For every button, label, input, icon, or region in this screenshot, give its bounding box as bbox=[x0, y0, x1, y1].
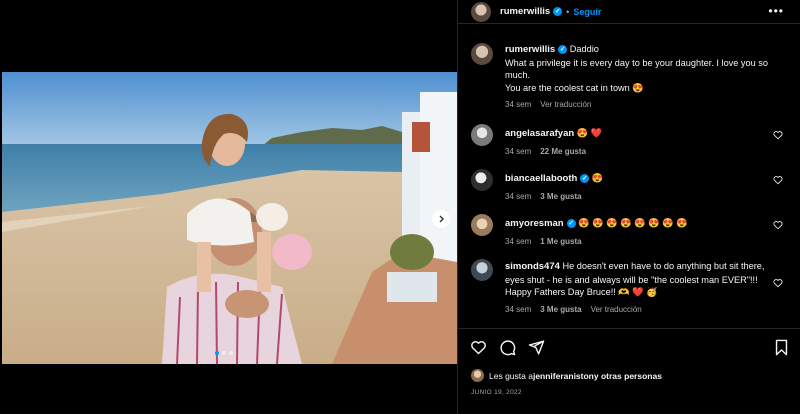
liker-username[interactable]: jenniferaniston bbox=[533, 371, 594, 381]
comment-thread[interactable]: rumerwillis ✓ Daddio What a privilege it … bbox=[458, 36, 800, 326]
post-side-panel: rumerwillis ✓ • Seguir ••• rumerwillis ✓ … bbox=[457, 0, 800, 414]
comment-likes[interactable]: 3 Me gusta bbox=[540, 305, 581, 314]
share-icon[interactable] bbox=[528, 339, 545, 356]
comment-time: 34 sem bbox=[505, 146, 532, 156]
comment-time: 34 sem bbox=[505, 304, 532, 314]
comment-text: 😍 😍 😍 😍 😍 😍 😍 😍 bbox=[578, 218, 688, 228]
follow-separator: • bbox=[566, 6, 570, 17]
beach-photo-illustration bbox=[2, 72, 457, 364]
caption: rumerwillis ✓ Daddio What a privilege it … bbox=[471, 43, 791, 109]
heart-outline-icon[interactable] bbox=[773, 130, 783, 140]
verified-badge-icon: ✓ bbox=[553, 7, 563, 16]
comment-time: 34 sem bbox=[505, 191, 532, 201]
comment-item: angelasarafyan 😍 ❤️ 34 sem 22 Me gusta bbox=[471, 124, 791, 156]
likes-suffix[interactable]: y otras personas bbox=[594, 371, 662, 381]
carousel-dot-active bbox=[215, 351, 219, 355]
verified-badge-icon: ✓ bbox=[558, 45, 568, 55]
comment-likes[interactable]: 1 Me gusta bbox=[540, 237, 581, 246]
commenter-avatar[interactable] bbox=[471, 169, 493, 191]
verified-badge-icon: ✓ bbox=[580, 174, 590, 184]
heart-icon[interactable] bbox=[470, 339, 487, 356]
post-photo[interactable] bbox=[2, 72, 457, 364]
comment-likes[interactable]: 3 Me gusta bbox=[540, 192, 581, 201]
caption-title: Daddio bbox=[569, 44, 599, 54]
comment-item: biancaellabooth ✓ 😍 34 sem 3 Me gusta bbox=[471, 169, 791, 201]
commenter-avatar[interactable] bbox=[471, 124, 493, 146]
carousel-dots bbox=[215, 351, 233, 355]
comment-item: simonds474 He doesn't even have to do an… bbox=[471, 259, 791, 314]
likes-prefix: Les gusta a bbox=[489, 370, 533, 381]
follow-button[interactable]: Seguir bbox=[573, 7, 601, 17]
see-translation-link[interactable]: Ver traducción bbox=[591, 305, 642, 314]
heart-outline-icon[interactable] bbox=[773, 175, 783, 185]
caption-avatar[interactable] bbox=[471, 43, 493, 65]
media-pane bbox=[0, 0, 457, 414]
comment-time: 34 sem bbox=[505, 236, 532, 246]
comment-icon[interactable] bbox=[499, 339, 516, 356]
likes-summary[interactable]: Les gusta a jenniferaniston y otras pers… bbox=[471, 369, 662, 382]
chevron-right-icon bbox=[439, 215, 444, 223]
bookmark-icon[interactable] bbox=[774, 339, 789, 356]
commenter-avatar[interactable] bbox=[471, 214, 493, 236]
author-avatar[interactable] bbox=[471, 1, 491, 22]
caption-text: What a privilege it is every day to be y… bbox=[505, 57, 769, 81]
carousel-dot bbox=[222, 351, 226, 355]
commenter-avatar[interactable] bbox=[471, 259, 493, 281]
caption-username[interactable]: rumerwillis bbox=[505, 44, 555, 55]
commenter-username[interactable]: simonds474 bbox=[505, 261, 560, 272]
heart-outline-icon[interactable] bbox=[773, 278, 783, 288]
commenter-username[interactable]: biancaellabooth bbox=[505, 173, 577, 184]
post-date[interactable]: JUNIO 19, 2022 bbox=[471, 389, 522, 396]
comment-text: 😍 ❤️ bbox=[576, 128, 603, 138]
carousel-next-button[interactable] bbox=[432, 210, 450, 228]
action-icon-row bbox=[470, 339, 545, 356]
commenter-username[interactable]: amyoresman bbox=[505, 218, 564, 229]
heart-outline-icon[interactable] bbox=[773, 220, 783, 230]
author-username[interactable]: rumerwillis bbox=[500, 6, 550, 17]
see-translation-link[interactable]: Ver traducción bbox=[540, 100, 591, 109]
comment-text: 😍 bbox=[591, 173, 604, 183]
caption-time: 34 sem bbox=[505, 100, 532, 109]
verified-badge-icon: ✓ bbox=[566, 219, 576, 229]
commenter-username[interactable]: angelasarafyan bbox=[505, 128, 574, 139]
caption-text-last: You are the coolest cat in town 😍 bbox=[505, 82, 644, 93]
comment-item: amyoresman ✓ 😍 😍 😍 😍 😍 😍 😍 😍 34 sem 1 Me … bbox=[471, 214, 791, 246]
carousel-dot bbox=[229, 351, 233, 355]
more-horizontal-icon[interactable]: ••• bbox=[768, 5, 784, 17]
post-actions: Les gusta a jenniferaniston y otras pers… bbox=[458, 328, 800, 414]
liker-avatar bbox=[471, 369, 484, 382]
comment-likes[interactable]: 22 Me gusta bbox=[540, 147, 586, 156]
post-header: rumerwillis ✓ • Seguir ••• bbox=[458, 0, 800, 24]
